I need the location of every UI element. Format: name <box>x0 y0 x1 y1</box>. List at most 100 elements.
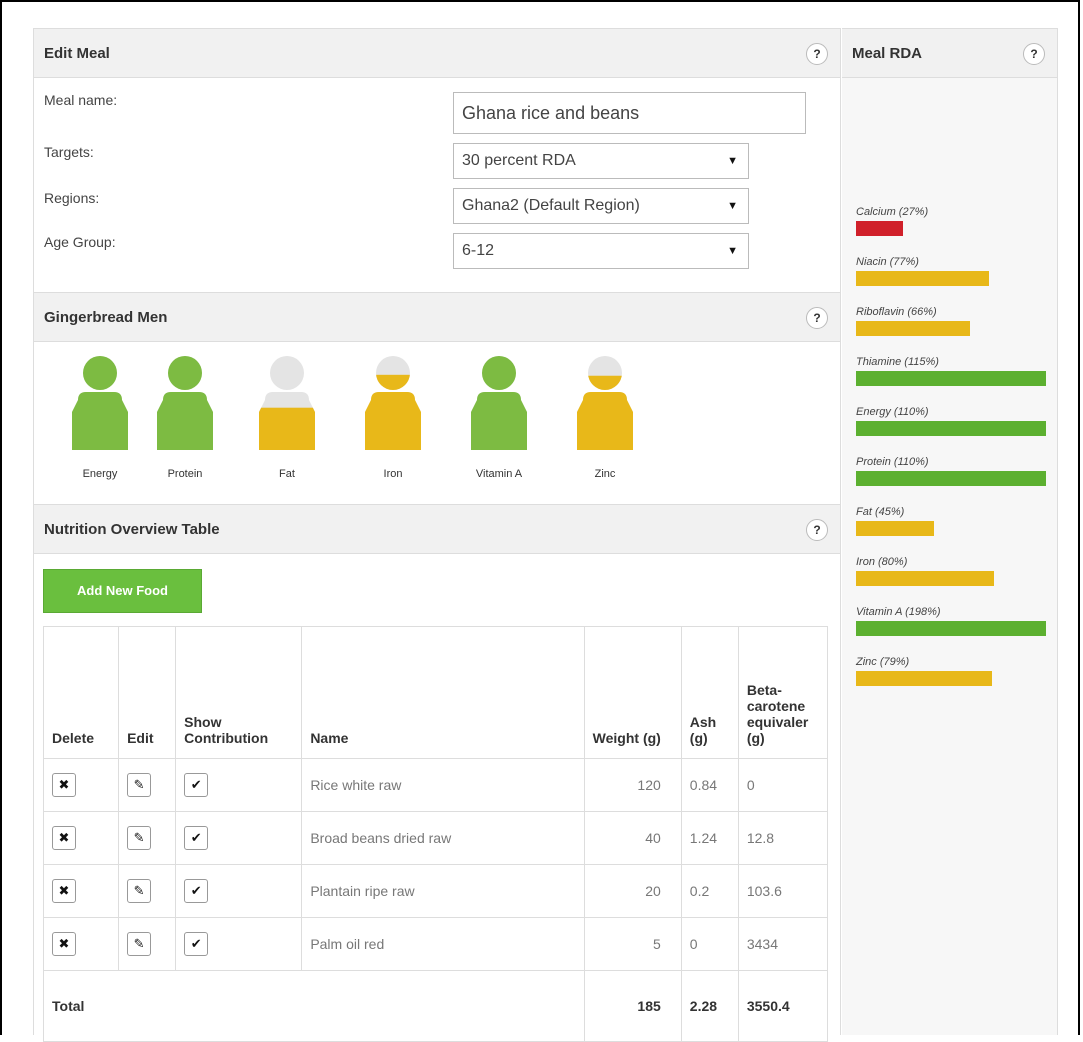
rda-label: Vitamin A (198%) <box>856 606 941 618</box>
delete-icon[interactable]: ✖ <box>52 879 76 903</box>
gingerbread-man-icon <box>471 356 527 450</box>
checkmark-icon[interactable]: ✔ <box>184 932 209 956</box>
rda-label: Thiamine (115%) <box>856 356 939 368</box>
gingerbread-header: Gingerbread Men ? <box>34 292 840 342</box>
gingerbread-man-icon <box>157 356 213 450</box>
add-new-food-button[interactable]: Add New Food <box>43 569 202 613</box>
delete-icon[interactable]: ✖ <box>52 826 76 850</box>
meal-name-input[interactable]: Ghana rice and beans <box>453 92 806 134</box>
col-show-contribution: Show Contribution <box>175 626 303 759</box>
total-beta: 3550.4 <box>737 970 829 1042</box>
show-cell: ✔ <box>175 811 303 865</box>
rda-item: Protein (110%) <box>856 456 1046 486</box>
total-row: Total 185 2.28 3550.4 <box>43 970 829 1042</box>
gingerbread-man: Protein <box>145 356 225 480</box>
gingerbread-man: Iron <box>353 356 433 480</box>
rda-item: Iron (80%) <box>856 556 995 586</box>
rda-bar <box>856 421 1046 436</box>
food-weight: 120 <box>583 758 682 812</box>
food-name: Rice white raw <box>301 758 585 812</box>
food-ash: 0.84 <box>680 758 739 812</box>
show-cell: ✔ <box>175 758 303 812</box>
delete-cell: ✖ <box>42 864 120 918</box>
gingerbread-man: Zinc <box>565 356 645 480</box>
food-rows: ✖ ✎ ✔ Rice white raw 120 0.84 0 ✖ ✎ ✔ Broad beans … <box>42 758 829 971</box>
edit-pencil-icon[interactable]: ✎ <box>127 826 152 850</box>
gingerbread-title: Gingerbread Men <box>44 308 168 326</box>
rda-item: Energy (110%) <box>856 406 1046 436</box>
gingerbread-man: Energy <box>60 356 140 480</box>
show-cell: ✔ <box>175 917 303 971</box>
rda-label: Fat (45%) <box>856 506 905 518</box>
gingerbread-men: Energy Protein Fat Iron Vitamin A Zinc <box>34 342 840 504</box>
gingerbread-man-label: Fat <box>279 468 295 480</box>
food-table: Delete Edit Show Contribution Name Weigh… <box>42 626 829 1042</box>
rda-label: Protein (110%) <box>856 456 929 468</box>
delete-cell: ✖ <box>42 758 120 812</box>
meal-name-label: Meal name: <box>44 92 118 108</box>
food-weight: 20 <box>583 864 682 918</box>
delete-cell: ✖ <box>42 811 120 865</box>
targets-label: Targets: <box>44 144 94 160</box>
show-cell: ✔ <box>175 864 303 918</box>
edit-pencil-icon[interactable]: ✎ <box>127 932 152 956</box>
gingerbread-man-icon <box>577 356 633 450</box>
rda-label: Energy (110%) <box>856 406 929 418</box>
gingerbread-man-label: Vitamin A <box>475 468 523 480</box>
food-beta: 3434 <box>737 917 829 971</box>
food-weight: 40 <box>583 811 682 865</box>
col-delete: Delete <box>42 626 120 759</box>
total-weight: 185 <box>583 970 682 1042</box>
food-beta: 0 <box>737 758 829 812</box>
rda-item: Calcium (27%) <box>856 206 928 236</box>
targets-select[interactable]: 30 percent RDA ▼ <box>453 143 749 179</box>
edit-pencil-icon[interactable]: ✎ <box>127 879 152 903</box>
age-group-select[interactable]: 6-12 ▼ <box>453 233 749 269</box>
table-row: ✖ ✎ ✔ Palm oil red 5 0 3434 <box>42 917 829 971</box>
targets-select-value: 30 percent RDA <box>462 152 576 169</box>
chevron-down-icon: ▼ <box>727 245 738 257</box>
col-name: Name <box>301 626 585 759</box>
food-beta: 12.8 <box>737 811 829 865</box>
regions-select[interactable]: Ghana2 (Default Region) ▼ <box>453 188 749 224</box>
gingerbread-man-label: Zinc <box>594 468 616 480</box>
help-icon[interactable]: ? <box>806 307 828 329</box>
chevron-down-icon: ▼ <box>727 200 738 212</box>
nutrition-title: Nutrition Overview Table <box>44 520 220 538</box>
gingerbread-man-label: Energy <box>82 468 118 480</box>
total-ash: 2.28 <box>680 970 739 1042</box>
food-beta: 103.6 <box>737 864 829 918</box>
food-name: Plantain ripe raw <box>301 864 585 918</box>
edit-meal-form: Meal name: Ghana rice and beans Targets:… <box>34 78 840 292</box>
rda-bar <box>856 571 995 586</box>
checkmark-icon[interactable]: ✔ <box>184 773 209 797</box>
rda-label: Niacin (77%) <box>856 256 919 268</box>
help-icon[interactable]: ? <box>1023 43 1045 65</box>
regions-select-value: Ghana2 (Default Region) <box>462 197 640 214</box>
rda-label: Iron (80%) <box>856 556 908 568</box>
food-ash: 0.2 <box>680 864 739 918</box>
delete-icon[interactable]: ✖ <box>52 932 76 956</box>
col-edit: Edit <box>118 626 177 759</box>
main-column: Edit Meal ? Meal name: Ghana rice and be… <box>33 28 841 1042</box>
edit-cell: ✎ <box>118 917 177 971</box>
rda-bar <box>856 621 1046 636</box>
rda-item: Vitamin A (198%) <box>856 606 1046 636</box>
delete-icon[interactable]: ✖ <box>52 773 76 797</box>
gingerbread-man-icon <box>259 356 315 450</box>
rda-bar <box>856 671 993 686</box>
table-header-row: Delete Edit Show Contribution Name Weigh… <box>42 626 829 759</box>
edit-meal-header: Edit Meal ? <box>34 28 840 78</box>
edit-meal-title: Edit Meal <box>44 44 110 62</box>
checkmark-icon[interactable]: ✔ <box>184 879 209 903</box>
help-icon[interactable]: ? <box>806 519 828 541</box>
meal-rda-header: Meal RDA ? <box>842 28 1057 78</box>
gingerbread-man-label: Protein <box>167 468 203 480</box>
checkmark-icon[interactable]: ✔ <box>184 826 209 850</box>
table-row: ✖ ✎ ✔ Rice white raw 120 0.84 0 <box>42 758 829 812</box>
rda-bar <box>856 521 934 536</box>
food-ash: 1.24 <box>680 811 739 865</box>
col-weight: Weight (g) <box>583 626 682 759</box>
help-icon[interactable]: ? <box>806 43 828 65</box>
edit-pencil-icon[interactable]: ✎ <box>127 773 152 797</box>
